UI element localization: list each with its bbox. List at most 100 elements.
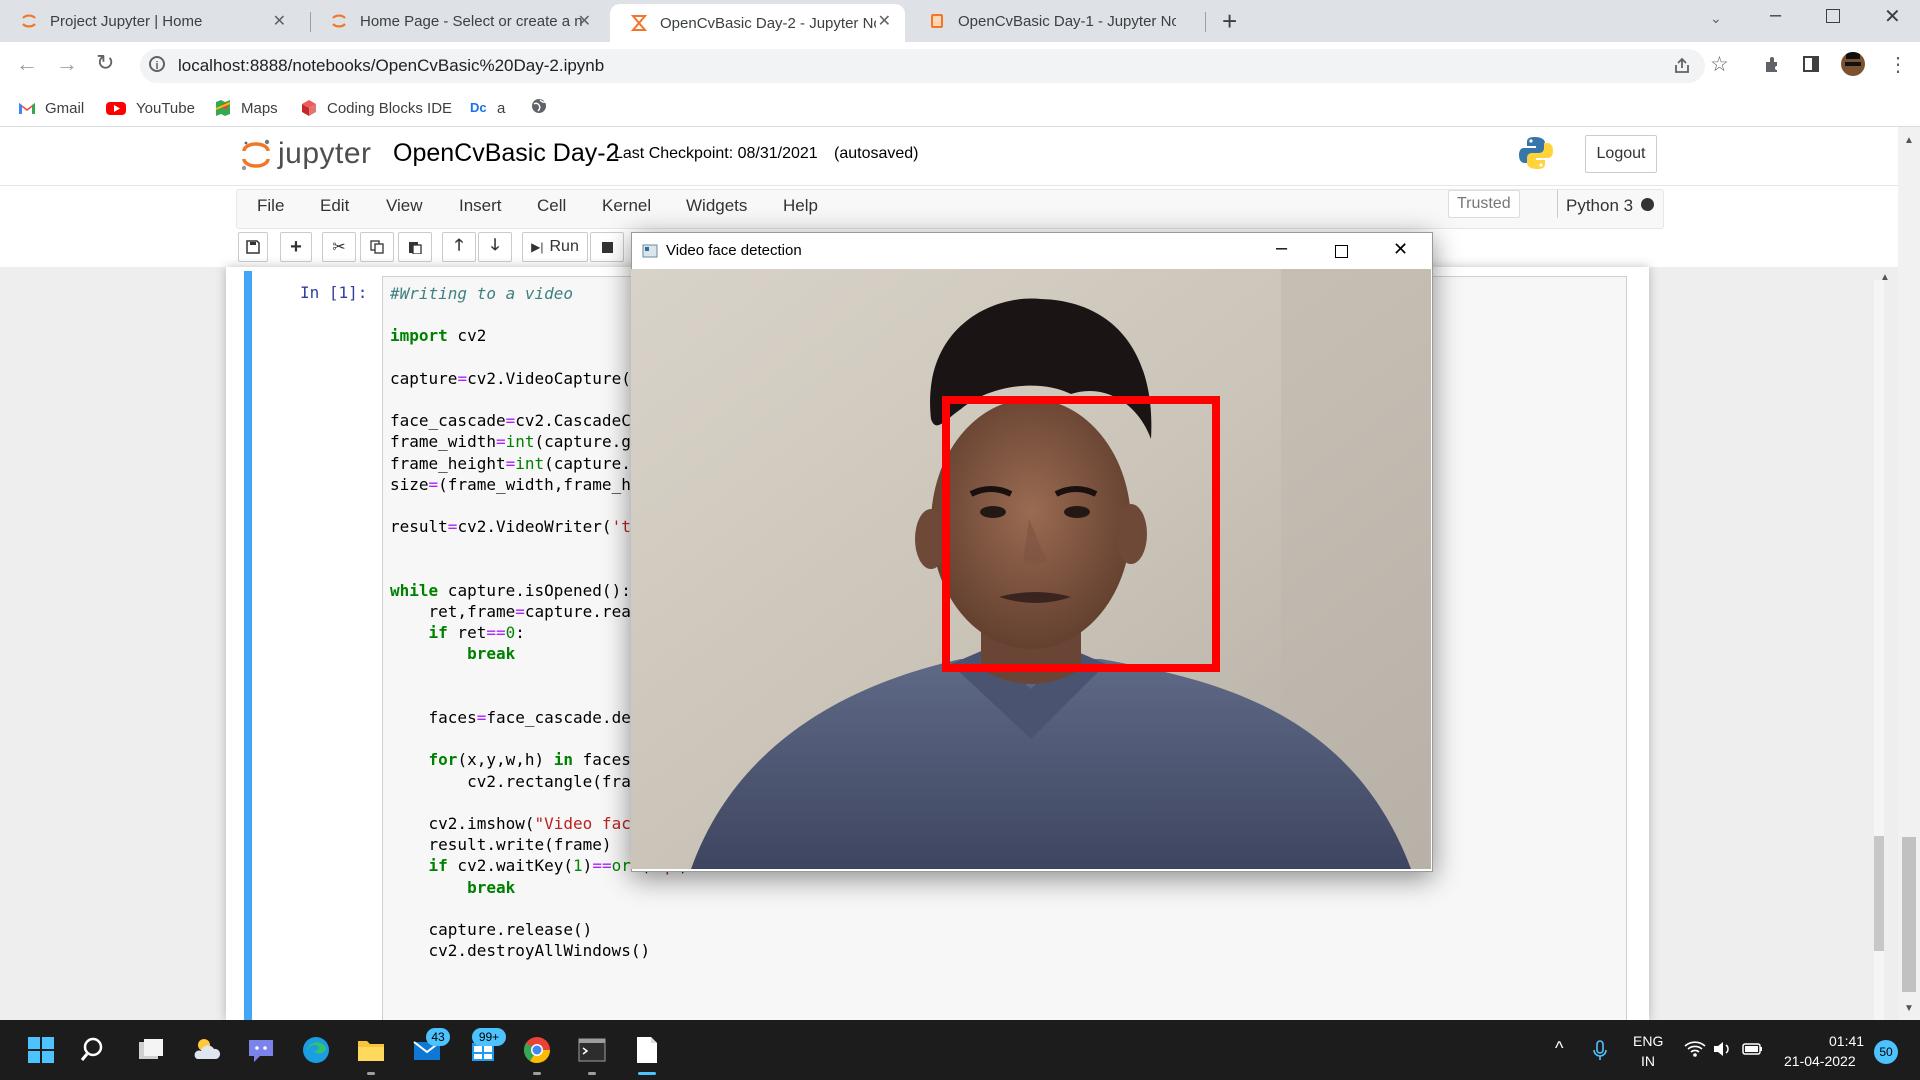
code-line[interactable]: cv2.destroyAllWindows() [390,940,698,961]
close-tab-icon[interactable]: ✕ [878,11,891,31]
dc-icon: Dc [470,100,487,115]
interrupt-button[interactable] [590,232,624,262]
code-line[interactable]: ​ [390,898,698,919]
notebook-scroll-thumb[interactable] [1874,836,1884,951]
jupyter-logo-text[interactable]: jupyter [278,137,372,171]
input-language[interactable]: ENG [1633,1033,1663,1049]
jupyter-favicon-icon [22,14,36,28]
task-view-icon[interactable] [136,1035,166,1065]
bookmark-youtube[interactable]: YouTube [105,97,195,119]
minimize-window-icon[interactable]: – [1770,4,1781,27]
bookmark-gmail[interactable]: Gmail [18,97,84,119]
scroll-down-icon[interactable]: ▼ [1904,1003,1914,1014]
site-info-icon[interactable]: i [149,56,165,72]
bookmark-coding-blocks[interactable]: Coding Blocks IDE [300,97,452,119]
system-tray-chevron-icon[interactable]: ^ [1555,1038,1563,1059]
volume-icon[interactable] [1712,1040,1732,1058]
notebook-name[interactable]: OpenCvBasic Day-2 [393,139,619,168]
reload-icon[interactable]: ↻ [96,50,114,76]
copy-button[interactable] [360,232,394,262]
menu-insert[interactable]: Insert [459,196,502,216]
tab-project-jupyter-home[interactable]: Project Jupyter | Home ✕ [0,0,300,42]
menu-help[interactable]: Help [783,196,818,216]
scroll-up-icon[interactable]: ▲ [1904,135,1914,146]
globe-icon[interactable] [530,97,548,115]
video-maximize-icon[interactable] [1335,245,1348,258]
tab-opencvbasic-day-2[interactable]: OpenCvBasic Day-2 - Jupyter No ✕ [610,4,905,42]
tab-title: OpenCvBasic Day-1 - Jupyter No [958,12,1176,30]
side-panel-icon[interactable] [1803,56,1819,72]
terminal-icon[interactable] [577,1035,607,1065]
tab-home-page[interactable]: Home Page - Select or create a n ✕ [310,0,605,42]
jupyter-favicon-icon [332,14,346,28]
move-up-button[interactable]: 🡑 [442,232,476,262]
profile-avatar[interactable] [1841,52,1865,76]
save-button[interactable] [238,232,268,262]
paste-button[interactable] [398,232,432,262]
wifi-icon[interactable] [1684,1040,1706,1058]
menu-file[interactable]: File [257,196,284,216]
opencv-window-icon [642,244,658,258]
copy-icon [370,240,384,254]
kernel-name[interactable]: Python 3 [1566,196,1633,216]
restore-window-icon[interactable] [1826,9,1840,23]
tab-opencvbasic-day-1[interactable]: OpenCvBasic Day-1 - Jupyter No [908,0,1208,42]
scroll-thumb[interactable] [1902,837,1916,992]
trusted-indicator[interactable]: Trusted [1448,190,1520,218]
video-close-icon[interactable]: ✕ [1393,239,1408,260]
input-region[interactable]: IN [1641,1053,1655,1069]
python-logo-icon [1519,137,1553,169]
menu-cell[interactable]: Cell [537,196,566,216]
battery-icon[interactable] [1740,1040,1764,1058]
move-down-button[interactable]: 🡓 [478,232,512,262]
video-window-titlebar[interactable]: Video face detection – ✕ [632,233,1430,269]
menu-kernel[interactable]: Kernel [602,196,651,216]
paste-icon [409,242,422,254]
url-text[interactable]: localhost:8888/notebooks/OpenCvBasic%20D… [178,56,604,76]
maps-icon [215,100,231,116]
menu-view[interactable]: View [386,196,423,216]
back-icon[interactable]: ← [16,51,38,77]
menu-widgets[interactable]: Widgets [686,196,747,216]
insert-cell-button[interactable]: + [280,232,312,262]
close-tab-icon[interactable]: ✕ [578,11,591,31]
teams-chat-icon[interactable] [246,1035,276,1065]
microphone-icon[interactable] [1592,1040,1608,1062]
close-tab-icon[interactable]: ✕ [273,11,286,31]
cut-button[interactable]: ✂ [322,232,356,262]
video-minimize-icon[interactable]: – [1276,237,1287,260]
code-line[interactable]: break [390,877,698,898]
logout-button[interactable]: Logout [1585,135,1657,173]
run-button[interactable]: ▶| Run [522,232,588,262]
bookmark-star-icon[interactable]: ☆ [1710,52,1729,77]
notebook-scrollbar[interactable] [1874,280,1884,1020]
arrow-down-icon: 🡓 [490,236,500,254]
chrome-icon[interactable] [522,1035,552,1065]
bookmark-maps[interactable]: Maps [214,97,278,119]
notification-count-badge[interactable]: 50 [1874,1040,1898,1064]
edge-browser-icon[interactable] [301,1035,331,1065]
page-scrollbar[interactable]: ▲ ▼ [1898,127,1920,1020]
file-explorer-icon[interactable] [356,1035,386,1065]
share-icon[interactable] [1672,56,1692,76]
new-tab-button[interactable]: + [1222,6,1237,37]
weather-widget-icon[interactable] [192,1035,222,1065]
forward-icon[interactable]: → [56,51,78,77]
windows-start-icon[interactable] [26,1035,56,1065]
tab-search-chevron-icon[interactable]: ⌄ [1710,10,1722,27]
bookmark-label: Gmail [45,99,85,117]
code-line[interactable]: capture.release() [390,919,698,940]
menu-edit[interactable]: Edit [320,196,349,216]
address-bar[interactable]: i localhost:8888/notebooks/OpenCvBasic%2… [140,49,1729,83]
close-window-icon[interactable]: ✕ [1884,4,1901,29]
bookmark-dc[interactable]: Dc a [470,97,505,119]
tab-title: OpenCvBasic Day-2 - Jupyter No [660,14,876,32]
step-forward-icon: ▶| [531,240,544,254]
extensions-icon[interactable] [1762,55,1782,75]
browser-menu-icon[interactable]: ⋮ [1888,52,1908,77]
clock-date[interactable]: 21-04-2022 [1784,1053,1856,1069]
running-indicator [533,1072,541,1075]
clock-time[interactable]: 01:41 [1829,1033,1864,1049]
search-icon[interactable] [80,1035,110,1065]
document-app-icon[interactable] [632,1035,662,1065]
